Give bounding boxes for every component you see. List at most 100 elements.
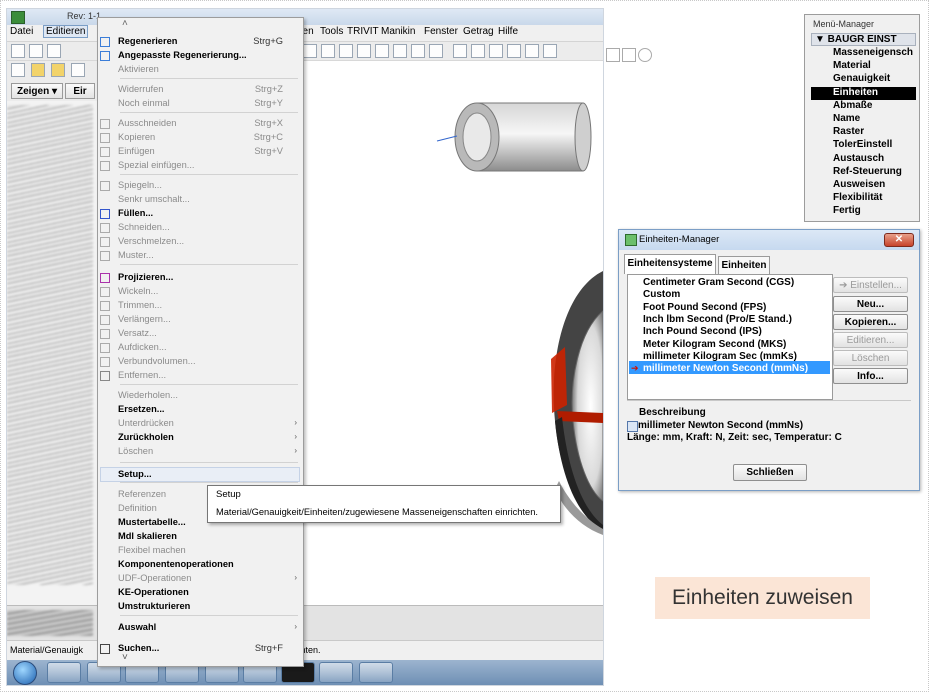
menu-item[interactable]: Widerrufen xyxy=(118,84,163,94)
menu-item[interactable]: Aktivieren xyxy=(118,64,159,74)
menu-item[interactable]: Einfügen xyxy=(118,146,155,156)
unit-system-item[interactable]: millimeter Newton Second (mmNs) xyxy=(643,363,808,374)
unit-system-item[interactable]: Inch lbm Second (Pro/E Stand.) xyxy=(643,314,792,325)
menu-fenster[interactable]: Fenster xyxy=(424,26,458,37)
scroll-down-icon[interactable]: ˅ xyxy=(122,652,128,663)
info-button[interactable]: Info... xyxy=(833,368,908,384)
unit-system-item[interactable]: millimeter Kilogram Sec (mmKs) xyxy=(643,351,797,362)
editieren-button[interactable]: Editieren... xyxy=(833,332,908,348)
menu-datei[interactable]: Datei xyxy=(10,26,33,37)
menu-item[interactable]: Senkr umschalt... xyxy=(118,194,190,204)
menu-manager-item[interactable]: Genauigkeit xyxy=(833,73,890,84)
orient-icon[interactable] xyxy=(375,44,389,58)
unit-system-item[interactable]: Meter Kilogram Second (MKS) xyxy=(643,339,786,350)
schliessen-button[interactable]: Schließen xyxy=(733,464,807,481)
menu-tools[interactable]: Tools xyxy=(320,26,343,37)
menu-item[interactable]: Regenerieren xyxy=(118,36,177,46)
start-orb-icon[interactable] xyxy=(13,661,37,685)
menu-item[interactable]: Versatz... xyxy=(118,328,157,338)
model-tree-icon[interactable] xyxy=(429,44,443,58)
zoom-out-icon[interactable] xyxy=(357,44,371,58)
repaint-icon[interactable] xyxy=(303,44,317,58)
saved-views-icon[interactable] xyxy=(393,44,407,58)
powerpoint-taskbar-icon[interactable] xyxy=(319,662,353,683)
zoom-in-icon[interactable] xyxy=(339,44,353,58)
loeschen-button[interactable]: Löschen xyxy=(833,350,908,366)
menu-item[interactable]: Ersetzen... xyxy=(118,404,165,414)
menu-item[interactable]: Wickeln... xyxy=(118,286,158,296)
assembly-icon[interactable] xyxy=(71,63,85,77)
menu-manager-item[interactable]: Masseneigensch xyxy=(833,47,913,58)
zoom-fit-icon[interactable] xyxy=(321,44,335,58)
folder-icon-2[interactable] xyxy=(51,63,65,77)
tab-einheiten[interactable]: Einheiten xyxy=(718,256,770,274)
menu-manikin[interactable]: Manikin xyxy=(381,26,415,37)
tab-einheitensysteme[interactable]: Einheitensysteme xyxy=(624,254,716,274)
menu-item[interactable]: Spiegeln... xyxy=(118,180,162,190)
no-hidden-icon[interactable] xyxy=(489,44,503,58)
open-icon[interactable] xyxy=(29,44,43,58)
menu-item[interactable]: Verlängern... xyxy=(118,314,171,324)
menu-item[interactable]: Trimmen... xyxy=(118,300,162,310)
menu-item[interactable]: Unterdrücken xyxy=(118,418,174,428)
zeigen-button[interactable]: Zeigen ▾ xyxy=(11,83,63,99)
einstellungen-button[interactable]: Eir xyxy=(65,83,95,99)
feature-icon[interactable] xyxy=(11,63,25,77)
hidden-line-icon[interactable] xyxy=(471,44,485,58)
close-icon[interactable]: ✕ xyxy=(884,233,914,247)
menu-editieren[interactable]: Editieren xyxy=(43,25,89,38)
menu-item[interactable]: Setup... xyxy=(118,469,152,479)
unit-system-item[interactable]: Foot Pound Second (FPS) xyxy=(643,302,766,313)
menu-manager-item[interactable]: Material xyxy=(833,60,871,71)
menu-manager-item[interactable]: Fertig xyxy=(833,205,861,216)
menu-item[interactable]: Angepasste Regenerierung... xyxy=(118,50,247,60)
menu-manager-item[interactable]: TolerEinstell xyxy=(833,139,892,150)
menu-item[interactable]: Entfernen... xyxy=(118,370,166,380)
graphics-area[interactable] xyxy=(297,61,603,609)
save-icon[interactable] xyxy=(47,44,61,58)
menu-manager-item[interactable]: Ref-Steuerung xyxy=(833,166,902,177)
menu-item[interactable]: Auswahl xyxy=(118,622,156,632)
datum-axes-icon[interactable] xyxy=(543,44,557,58)
menu-item[interactable]: Aufdicken... xyxy=(118,342,167,352)
view-icon[interactable] xyxy=(606,48,620,62)
menu-manager-item[interactable]: Austausch xyxy=(833,153,884,164)
menu-item[interactable]: Spezial einfügen... xyxy=(118,160,195,170)
menu-item[interactable]: Mustertabelle... xyxy=(118,517,186,527)
menu-item[interactable]: Mdl skalieren xyxy=(118,531,177,541)
settings-icon[interactable] xyxy=(638,48,652,62)
unit-system-item[interactable]: Centimeter Gram Second (CGS) xyxy=(643,277,794,288)
menu-item[interactable]: Wiederholen... xyxy=(118,390,178,400)
menu-item[interactable]: Muster... xyxy=(118,250,154,260)
menu-item[interactable]: Füllen... xyxy=(118,208,153,218)
datum-planes-icon[interactable] xyxy=(525,44,539,58)
scroll-up-icon[interactable]: ˄ xyxy=(122,18,128,29)
menu-hilfe[interactable]: Hilfe xyxy=(498,26,518,37)
wireframe-icon[interactable] xyxy=(453,44,467,58)
menu-item[interactable]: Definition xyxy=(118,503,157,513)
menu-item[interactable]: Komponentenoperationen xyxy=(118,559,234,569)
menu-item[interactable]: Projizieren... xyxy=(118,272,173,282)
menu-item[interactable]: Verbundvolumen... xyxy=(118,356,196,366)
menu-manager-item[interactable]: Flexibilität xyxy=(833,192,882,203)
menu-item[interactable]: Kopieren xyxy=(118,132,155,142)
layers-icon[interactable] xyxy=(411,44,425,58)
menu-manager-title[interactable]: ▼ BAUGR EINST xyxy=(815,34,897,45)
menu-item[interactable]: Referenzen xyxy=(118,489,166,499)
menu-item[interactable]: KE-Operationen xyxy=(118,587,189,597)
unit-system-item[interactable]: Custom xyxy=(643,289,680,300)
menu-manager-item[interactable]: Ausweisen xyxy=(833,179,885,190)
menu-item[interactable]: Zurückholen xyxy=(118,432,174,442)
menu-item[interactable]: Ausschneiden xyxy=(118,118,176,128)
snipping-taskbar-icon[interactable] xyxy=(359,662,393,683)
menu-trivit[interactable]: TRIVIT xyxy=(347,26,379,37)
menu-item[interactable]: Flexibel machen xyxy=(118,545,186,555)
ie-taskbar-icon[interactable] xyxy=(47,662,81,683)
shaded-icon[interactable] xyxy=(507,44,521,58)
neu-button[interactable]: Neu... xyxy=(833,296,908,312)
kopieren-button[interactable]: Kopieren... xyxy=(833,314,908,330)
menu-item[interactable]: Verschmelzen... xyxy=(118,236,184,246)
menu-manager-item[interactable]: Name xyxy=(833,113,860,124)
menu-item[interactable]: Umstrukturieren xyxy=(118,601,190,611)
menu-item[interactable]: Schneiden... xyxy=(118,222,170,232)
